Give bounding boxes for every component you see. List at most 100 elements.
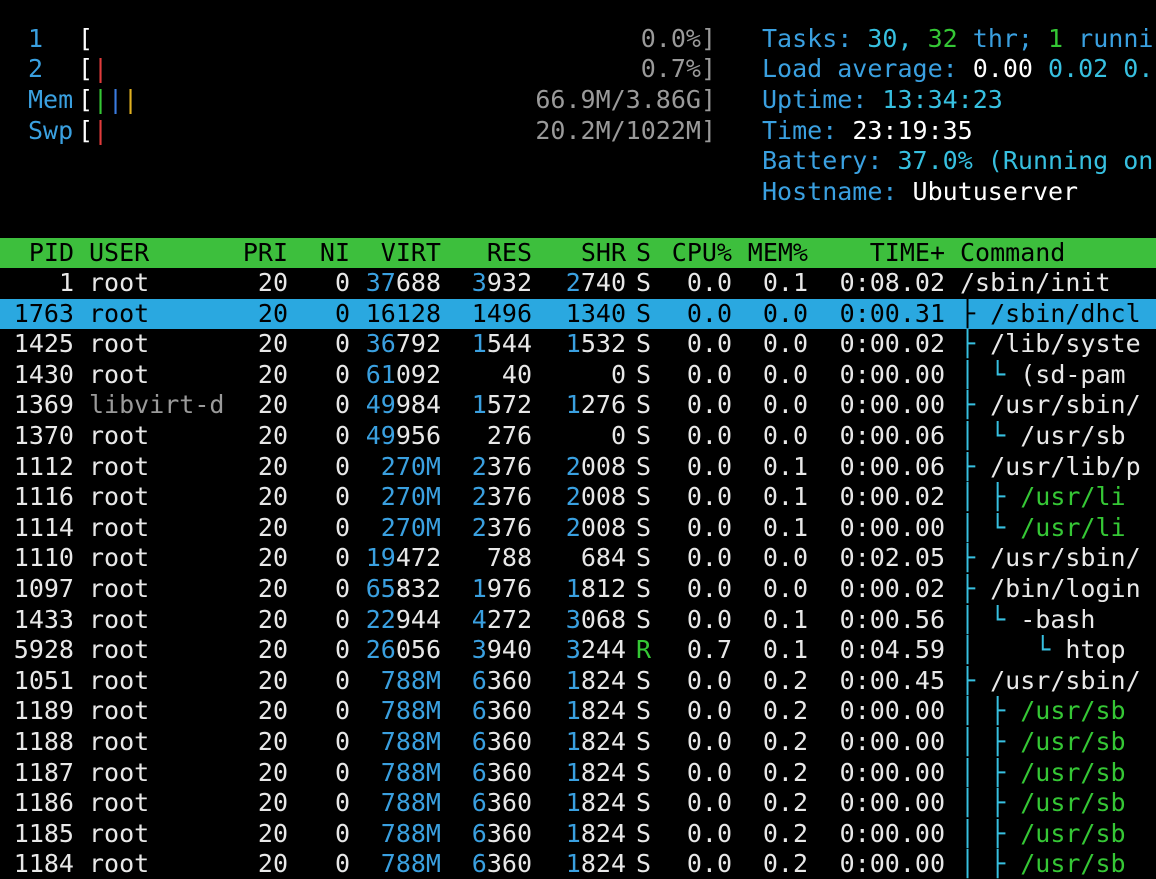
- command-text: /lib/syste: [990, 329, 1141, 358]
- process-virt-high: 788M: [380, 788, 441, 817]
- command-text: /usr/sb: [1020, 421, 1126, 450]
- command-text: /sbin/init: [960, 268, 1111, 297]
- threads-count: 32: [927, 24, 958, 53]
- process-command: │ ├ /usr/sb: [960, 727, 1156, 757]
- process-mem: 0.1: [762, 452, 808, 481]
- cpu1-label: 1: [28, 24, 44, 53]
- process-nice: 0: [334, 543, 350, 572]
- process-shr: 1812: [540, 574, 626, 604]
- process-row[interactable]: 1370 root 20 0 49956 276 0 S 0.0 0.0 0:00.06 │ └ /u…: [0, 421, 1156, 451]
- process-row[interactable]: 1184 root 20 0 788M 6360 1824 S 0.0 0.2 0:00.00 │ ├…: [0, 849, 1156, 879]
- process-state: S: [636, 696, 652, 725]
- process-virt: 788M: [355, 849, 441, 879]
- process-virt: 65832: [355, 574, 441, 604]
- column-pid[interactable]: PID: [0, 238, 74, 268]
- process-row[interactable]: 1112 root 20 0 270M 2376 2008 S 0.0 0.1 0:00.06 ├ /…: [0, 452, 1156, 482]
- process-shr-low: 244: [580, 635, 626, 664]
- process-virt-high: 788M: [380, 849, 441, 878]
- process-state: S: [636, 574, 652, 603]
- process-res-low: 376: [486, 482, 532, 511]
- column-time[interactable]: TIME+: [820, 238, 945, 268]
- column-ni[interactable]: NI: [300, 238, 350, 268]
- process-res: 2376: [450, 482, 532, 512]
- command-text: /usr/li: [1020, 482, 1126, 511]
- process-row[interactable]: 1763 root 20 0 16128 1496 1340 S 0.0 0.0 0:00.31 ├ …: [0, 299, 1156, 329]
- process-virt-high: 49: [365, 421, 396, 450]
- swap-bracket: [: [78, 116, 94, 145]
- process-res-high: 6: [471, 819, 487, 848]
- process-row[interactable]: 1051 root 20 0 788M 6360 1824 S 0.0 0.2 0:00.45 ├ /…: [0, 666, 1156, 696]
- process-row[interactable]: 1369 libvirt-d 20 0 49984 1572 1276 S 0.0 0.0 0:00…: [0, 390, 1156, 420]
- process-res-high: 3: [471, 268, 487, 297]
- column-res[interactable]: RES: [450, 238, 532, 268]
- process-mem: 0.2: [762, 849, 808, 878]
- column-virt[interactable]: VIRT: [355, 238, 441, 268]
- process-time: 0:00.02: [839, 574, 945, 603]
- process-user: root: [89, 727, 150, 756]
- process-mem: 0.2: [762, 819, 808, 848]
- process-command: │ ├ /usr/sb: [960, 696, 1156, 726]
- process-row[interactable]: 1097 root 20 0 65832 1976 1812 S 0.0 0.0 0:00.02 ├ …: [0, 574, 1156, 604]
- process-res: 6360: [450, 696, 532, 726]
- process-priority: 20: [257, 788, 288, 817]
- hostname-value: Ubutuserver: [912, 177, 1079, 206]
- process-virt: 788M: [355, 727, 441, 757]
- process-cpu: 0.0: [686, 849, 732, 878]
- process-row[interactable]: 5928 root 20 0 26056 3940 3244 R 0.7 0.1 0:04.59 │ …: [0, 635, 1156, 665]
- process-shr-high: 1: [565, 788, 581, 817]
- column-mem[interactable]: MEM%: [740, 238, 808, 268]
- process-row[interactable]: 1430 root 20 0 61092 40 0 S 0.0 0.0 0:00.00 │ └ (sd…: [0, 360, 1156, 390]
- column-state[interactable]: S: [636, 238, 656, 268]
- process-priority: 20: [257, 849, 288, 878]
- process-row[interactable]: 1187 root 20 0 788M 6360 1824 S 0.0 0.2 0:00.00 │ ├…: [0, 758, 1156, 788]
- process-row[interactable]: 1189 root 20 0 788M 6360 1824 S 0.0 0.2 0:00.00 │ ├…: [0, 696, 1156, 726]
- process-virt: 26056: [355, 635, 441, 665]
- column-command[interactable]: Command: [960, 238, 1156, 268]
- process-virt-high: 270M: [380, 452, 441, 481]
- battery-label: Battery:: [762, 146, 883, 175]
- process-shr-high: 1: [565, 666, 581, 695]
- process-row[interactable]: 1114 root 20 0 270M 2376 2008 S 0.0 0.1 0:00.00 │ └…: [0, 513, 1156, 543]
- column-cpu[interactable]: CPU%: [660, 238, 732, 268]
- command-text: /usr/lib/p: [990, 452, 1141, 481]
- column-user[interactable]: USER: [89, 238, 229, 268]
- process-shr: 684: [540, 543, 626, 573]
- process-row[interactable]: 1425 root 20 0 36792 1544 1532 S 0.0 0.0 0:00.02 ├ …: [0, 329, 1156, 359]
- command-text: /usr/sb: [1020, 696, 1126, 725]
- process-virt-high: 22: [365, 605, 396, 634]
- process-time: 0:00.00: [839, 819, 945, 848]
- tree-branch: │ ├: [960, 727, 1021, 756]
- process-row[interactable]: 1110 root 20 0 19472 788 684 S 0.0 0.0 0:02.05 ├ /u…: [0, 543, 1156, 573]
- process-shr: 1824: [540, 819, 626, 849]
- process-row[interactable]: 1116 root 20 0 270M 2376 2008 S 0.0 0.1 0:00.02 │ ├…: [0, 482, 1156, 512]
- process-state: S: [636, 360, 652, 389]
- battery-value: 37.0% (Running on: [897, 146, 1154, 175]
- process-shr-high: 1: [565, 849, 581, 878]
- process-shr: 1824: [540, 666, 626, 696]
- process-nice: 0: [334, 605, 350, 634]
- process-res-high: 4: [471, 605, 487, 634]
- column-pri[interactable]: PRI: [230, 238, 288, 268]
- process-nice: 0: [334, 268, 350, 297]
- process-table-header[interactable]: PID USER PRI NI VIRT RES SHR S CPU% MEM%…: [0, 238, 1156, 268]
- mem-bar-cache: |: [123, 85, 139, 114]
- column-shr[interactable]: SHR: [540, 238, 626, 268]
- process-res-high: 1: [471, 329, 487, 358]
- process-shr-high: 3: [565, 635, 581, 664]
- process-cpu: 0.0: [686, 513, 732, 542]
- process-row[interactable]: 1188 root 20 0 788M 6360 1824 S 0.0 0.2 0:00.00 │ ├…: [0, 727, 1156, 757]
- process-nice: 0: [334, 696, 350, 725]
- process-res: 1572: [450, 390, 532, 420]
- process-row[interactable]: 1 root 20 0 37688 3932 2740 S 0.0 0.1 0:08.02/sbin…: [0, 268, 1156, 298]
- process-row[interactable]: 1186 root 20 0 788M 6360 1824 S 0.0 0.2 0:00.00 │ ├…: [0, 788, 1156, 818]
- process-user: root: [89, 268, 150, 297]
- process-user: root: [89, 849, 150, 878]
- process-priority: 20: [257, 360, 288, 389]
- process-shr: 1824: [540, 788, 626, 818]
- process-virt: 788M: [355, 758, 441, 788]
- process-virt: 19472: [355, 543, 441, 573]
- process-shr-low: 824: [580, 758, 626, 787]
- process-row[interactable]: 1185 root 20 0 788M 6360 1824 S 0.0 0.2 0:00.00 │ ├…: [0, 819, 1156, 849]
- process-row[interactable]: 1433 root 20 0 22944 4272 3068 S 0.0 0.1 0:00.56 │ …: [0, 605, 1156, 635]
- process-time: 0:04.59: [839, 635, 945, 664]
